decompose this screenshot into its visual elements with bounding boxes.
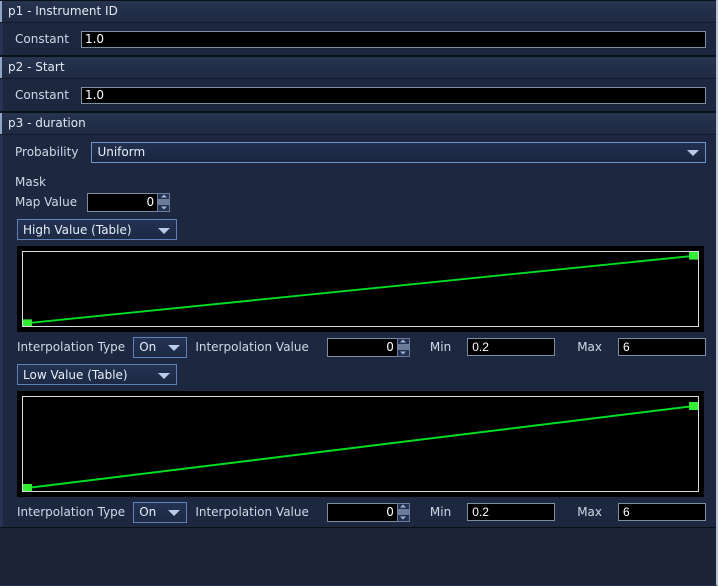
high-value-handle-start[interactable] bbox=[23, 319, 32, 326]
high-interpolation-row: Interpolation Type On Interpolation Valu… bbox=[3, 332, 716, 362]
low-interpolation-type-value: On bbox=[139, 505, 157, 519]
low-min-input[interactable] bbox=[467, 503, 556, 521]
constant-label-p2: Constant bbox=[15, 88, 69, 102]
section-body-p2: Constant bbox=[0, 79, 716, 111]
high-value-handle-end[interactable] bbox=[689, 252, 698, 260]
chevron-down-icon bbox=[168, 510, 181, 516]
section-header-p3: p3 - duration bbox=[0, 113, 716, 135]
probability-label: Probability bbox=[15, 145, 79, 159]
low-max-label: Max bbox=[577, 505, 602, 519]
high-max-input[interactable] bbox=[618, 338, 706, 356]
low-interpolation-value-label: Interpolation Value bbox=[195, 505, 309, 519]
mask-block: Mask Map Value bbox=[3, 169, 716, 215]
high-interpolation-value-input[interactable] bbox=[326, 337, 397, 357]
high-interpolation-type-label: Interpolation Type bbox=[17, 340, 126, 354]
high-value-graph-canvas[interactable] bbox=[22, 251, 699, 327]
high-value-table-label: High Value (Table) bbox=[23, 222, 132, 237]
section-p3: p3 - duration Probability Uniform Mask M… bbox=[0, 112, 716, 528]
high-min-label: Min bbox=[429, 340, 452, 354]
high-min-input[interactable] bbox=[467, 338, 556, 356]
constant-row-p1: Constant bbox=[3, 23, 716, 55]
constant-row-p2: Constant bbox=[3, 79, 716, 111]
high-interpolation-type-value: On bbox=[139, 340, 157, 354]
chevron-down-icon bbox=[687, 150, 699, 156]
constant-input-p1[interactable] bbox=[80, 30, 706, 48]
map-value-input[interactable] bbox=[87, 192, 158, 212]
low-value-graph-canvas[interactable] bbox=[22, 396, 699, 492]
low-min-label: Min bbox=[429, 505, 452, 519]
low-table-select-row: Low Value (Table) bbox=[3, 362, 716, 385]
low-value-curve-svg bbox=[23, 402, 698, 491]
map-value-row: Map Value bbox=[15, 191, 716, 213]
section-p2: p2 - Start Constant bbox=[0, 56, 716, 112]
section-header-p1: p1 - Instrument ID bbox=[0, 1, 716, 23]
constant-input-p2[interactable] bbox=[80, 86, 706, 104]
stepper-down-icon[interactable] bbox=[158, 205, 169, 211]
section-body-p3: Probability Uniform Mask Map Value 0 Hig… bbox=[0, 135, 716, 527]
high-interp-stepper-buttons[interactable] bbox=[396, 337, 410, 357]
high-interpolation-value-label: Interpolation Value bbox=[195, 340, 309, 354]
low-value-handle-end[interactable] bbox=[689, 402, 698, 410]
stepper-down-icon[interactable] bbox=[398, 515, 409, 521]
chevron-down-icon bbox=[168, 345, 181, 351]
low-value-handle-start[interactable] bbox=[23, 484, 32, 491]
chevron-down-icon bbox=[158, 372, 170, 379]
probability-row: Probability Uniform bbox=[3, 135, 716, 169]
high-table-select-row: High Value (Table) bbox=[3, 215, 716, 240]
low-interpolation-type-label: Interpolation Type bbox=[17, 505, 126, 519]
probability-value: Uniform bbox=[97, 145, 146, 159]
section-p1: p1 - Instrument ID Constant bbox=[0, 0, 716, 56]
map-value-stepper-buttons[interactable] bbox=[157, 192, 171, 212]
high-value-table-dropdown[interactable]: High Value (Table) bbox=[17, 219, 177, 240]
low-interpolation-value-stepper[interactable] bbox=[326, 502, 410, 522]
low-value-table-dropdown[interactable]: Low Value (Table) bbox=[17, 364, 177, 385]
low-interp-stepper-buttons[interactable] bbox=[396, 502, 410, 522]
parameter-editor-panel: p1 - Instrument ID Constant p2 - Start C… bbox=[0, 0, 718, 586]
chevron-down-icon bbox=[158, 227, 170, 234]
map-value-label: Map Value bbox=[15, 195, 78, 209]
low-interpolation-row: Interpolation Type On Interpolation Valu… bbox=[3, 497, 716, 527]
low-value-curve-line bbox=[26, 405, 695, 489]
mask-title: Mask bbox=[15, 175, 46, 189]
high-value-graph[interactable] bbox=[17, 246, 704, 332]
high-value-curve-line bbox=[26, 254, 695, 325]
probability-dropdown[interactable]: Uniform bbox=[91, 141, 706, 163]
low-max-input[interactable] bbox=[618, 503, 706, 521]
high-value-curve-svg bbox=[23, 252, 698, 326]
low-interpolation-value-input[interactable] bbox=[326, 502, 397, 522]
high-max-label: Max bbox=[577, 340, 602, 354]
constant-label-p1: Constant bbox=[15, 32, 69, 46]
low-value-graph[interactable] bbox=[17, 391, 704, 497]
high-interpolation-value-stepper[interactable] bbox=[326, 337, 410, 357]
low-interpolation-type-dropdown[interactable]: On bbox=[133, 501, 188, 523]
stepper-down-icon[interactable] bbox=[398, 350, 409, 356]
section-header-p2: p2 - Start bbox=[0, 57, 716, 79]
high-interpolation-type-dropdown[interactable]: On bbox=[133, 336, 188, 358]
map-value-stepper[interactable] bbox=[87, 192, 171, 212]
low-value-table-label: Low Value (Table) bbox=[23, 367, 128, 382]
section-body-p1: Constant bbox=[0, 23, 716, 55]
